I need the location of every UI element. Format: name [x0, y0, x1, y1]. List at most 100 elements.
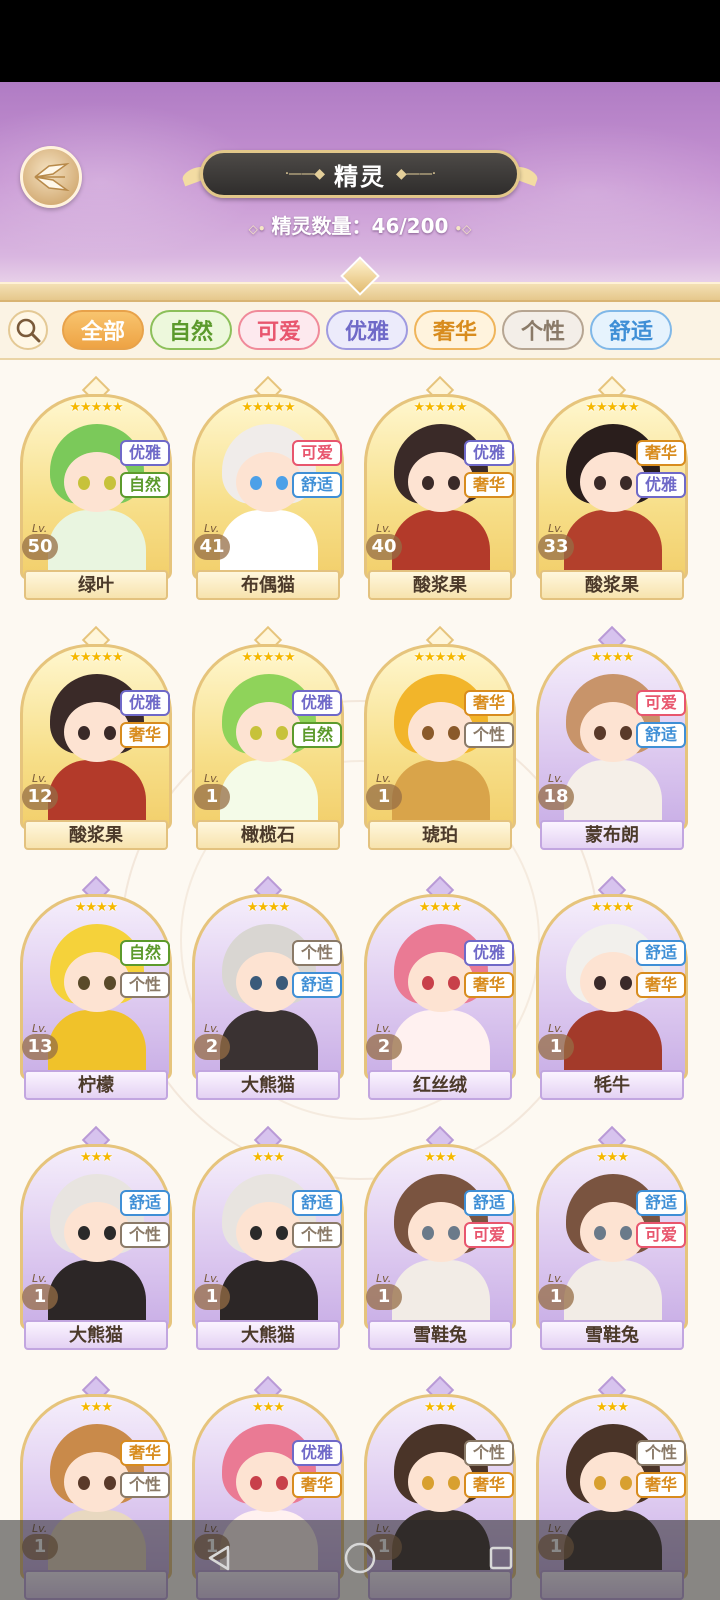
spirit-card[interactable]: ★★★ 舒适 个性 Lv. 1 大熊猫: [192, 1122, 344, 1350]
level-badge: Lv. 13: [22, 1022, 62, 1072]
spirit-name: 蒙布朗: [540, 820, 684, 850]
spirit-card[interactable]: ★★★ 舒适 可爱 Lv. 1 雪鞋兔: [536, 1122, 688, 1350]
star-rating: ★★★: [424, 1400, 457, 1415]
spirit-name: 雪鞋兔: [540, 1320, 684, 1350]
spirit-card[interactable]: ★★★★★ 优雅 奢华 Lv. 40 酸浆果: [364, 372, 516, 600]
trait-tag: 奢华: [464, 1472, 514, 1498]
search-button[interactable]: [8, 310, 48, 350]
trait-tag: 奢华: [464, 972, 514, 998]
star-rating: ★★★: [80, 1150, 113, 1165]
spirit-name: 大熊猫: [196, 1320, 340, 1350]
star-rating: ★★★: [252, 1400, 285, 1415]
level-value: 1: [22, 1284, 58, 1310]
nav-recents-icon[interactable]: [486, 1543, 516, 1577]
nav-back-icon[interactable]: [204, 1543, 234, 1577]
trait-tags: 个性 舒适: [292, 940, 344, 1004]
spirit-card[interactable]: ★★★★ 优雅 奢华 Lv. 2 红丝绒: [364, 872, 516, 1100]
search-icon: [16, 318, 41, 343]
star-rating: ★★★★: [590, 650, 635, 665]
trait-tag: 舒适: [292, 1190, 342, 1216]
trait-tag: 奢华: [464, 472, 514, 498]
filter-chip[interactable]: 可爱: [238, 310, 320, 350]
spirit-name: 雪鞋兔: [368, 1320, 512, 1350]
level-badge: Lv.1: [194, 1272, 234, 1322]
level-value: 1: [366, 784, 402, 810]
filter-bar: 全部 自然 可爱 优雅 奢华 个性 舒适: [0, 302, 720, 360]
filter-chip[interactable]: 全部: [62, 310, 144, 350]
star-rating: ★★★★★: [585, 400, 639, 415]
level-badge: Lv. 2: [194, 1022, 234, 1072]
level-badge: Lv. 2: [366, 1022, 406, 1072]
level-value: 50: [22, 534, 58, 560]
spirit-name: 橄榄石: [196, 820, 340, 850]
spirit-card[interactable]: ★★★★ 自然 个性 Lv. 13 柠檬: [20, 872, 172, 1100]
trait-tag: 奢华: [636, 972, 686, 998]
filter-chip[interactable]: 个性: [502, 310, 584, 350]
star-rating: ★★★★★: [241, 400, 295, 415]
spirit-card[interactable]: ★★★★ 舒适 奢华 Lv. 1 牦牛: [536, 872, 688, 1100]
spirit-name: 酸浆果: [24, 820, 168, 850]
spirit-name: 酸浆果: [540, 570, 684, 600]
spirit-card[interactable]: ★★★ 舒适 可爱 Lv. 1 雪鞋兔: [364, 1122, 516, 1350]
filter-chip[interactable]: 奢华: [414, 310, 496, 350]
trait-tags: 优雅 奢华: [464, 440, 516, 504]
trait-tag: 优雅: [464, 940, 514, 966]
trait-tags: 优雅 奢华: [464, 940, 516, 1004]
trait-tag: 奢华: [636, 440, 686, 466]
spirit-name: 牦牛: [540, 1070, 684, 1100]
trait-tag: 舒适: [636, 940, 686, 966]
trait-tags: 舒适 可爱: [636, 1190, 688, 1254]
trait-tag: 个性: [464, 722, 514, 748]
trait-tag: 个性: [464, 1440, 514, 1466]
spirit-card[interactable]: ★★★★★ 奢华 优雅 Lv. 33 酸浆果: [536, 372, 688, 600]
trait-tags: 舒适 个性: [120, 1190, 172, 1254]
spirit-card[interactable]: ★★★★★ 优雅 自然 Lv. 1 橄榄石: [192, 622, 344, 850]
filter-chip[interactable]: 优雅: [326, 310, 408, 350]
back-button[interactable]: [20, 146, 82, 208]
filter-chip[interactable]: 自然: [150, 310, 232, 350]
trait-tags: 优雅 自然: [120, 440, 172, 504]
spirit-card[interactable]: ★★★ 舒适 个性 Lv. 1 大熊猫: [20, 1122, 172, 1350]
spirit-card[interactable]: ★★★★★ 可爱 舒适 Lv. 41 布偶猫: [192, 372, 344, 600]
nav-home-icon[interactable]: [343, 1541, 377, 1579]
trait-tags: 个性 奢华: [636, 1440, 688, 1504]
trait-tags: 优雅 奢华: [292, 1440, 344, 1504]
level-badge: Lv.1: [22, 1272, 62, 1322]
spirit-card[interactable]: ★★★★★ 奢华 个性 Lv. 1 琥珀: [364, 622, 516, 850]
trait-tags: 优雅 奢华: [120, 690, 172, 754]
level-value: 1: [194, 1284, 230, 1310]
level-badge: Lv. 41: [194, 522, 234, 572]
trait-tag: 奢华: [464, 690, 514, 716]
spirit-name: 红丝绒: [368, 1070, 512, 1100]
spirit-card[interactable]: ★★★★ 可爱 舒适 Lv. 18 蒙布朗: [536, 622, 688, 850]
trait-tag: 舒适: [464, 1190, 514, 1216]
trait-tag: 个性: [292, 940, 342, 966]
level-value: 1: [538, 1034, 574, 1060]
trait-tags: 优雅 自然: [292, 690, 344, 754]
trait-tags: 奢华 个性: [120, 1440, 172, 1504]
star-rating: ★★★★★: [241, 650, 295, 665]
trait-tag: 优雅: [464, 440, 514, 466]
diamond-right-icon: •◇: [454, 222, 472, 236]
trait-tag: 优雅: [120, 690, 170, 716]
level-value: 12: [22, 784, 58, 810]
trait-tags: 奢华 优雅: [636, 440, 688, 504]
level-value: 1: [366, 1284, 402, 1310]
trait-tags: 个性 奢华: [464, 1440, 516, 1504]
spirit-name: 绿叶: [24, 570, 168, 600]
trait-tags: 自然 个性: [120, 940, 172, 1004]
star-rating: ★★★★★: [69, 400, 123, 415]
spirit-card[interactable]: ★★★★★ 优雅 奢华 Lv. 12 酸浆果: [20, 622, 172, 850]
level-badge: Lv. 33: [538, 522, 578, 572]
spirit-count-label: 精灵数量：46/200: [271, 214, 449, 238]
level-value: 18: [538, 784, 574, 810]
star-rating: ★★★★: [246, 900, 291, 915]
star-rating: ★★★: [80, 1400, 113, 1415]
filter-chip[interactable]: 舒适: [590, 310, 672, 350]
spirit-card[interactable]: ★★★★ 个性 舒适 Lv. 2 大熊猫: [192, 872, 344, 1100]
level-value: 13: [22, 1034, 58, 1060]
page-title: 精灵: [334, 162, 386, 191]
trait-tag: 奢华: [292, 1472, 342, 1498]
spirit-card[interactable]: ★★★★★ 优雅 自然 Lv. 50 绿叶: [20, 372, 172, 600]
level-value: 41: [194, 534, 230, 560]
